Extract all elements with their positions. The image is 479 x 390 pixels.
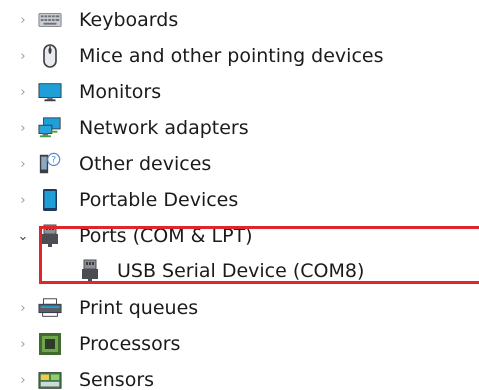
tree-item-label: Other devices bbox=[79, 153, 212, 175]
expand-chevron-icon[interactable]: › bbox=[15, 84, 31, 100]
mouse-icon bbox=[38, 44, 62, 68]
network-adapter-icon bbox=[38, 116, 62, 140]
collapse-chevron-icon[interactable]: ⌄ bbox=[15, 228, 31, 244]
tree-item-label: Sensors bbox=[79, 369, 155, 390]
usb-serial-connector-icon bbox=[78, 259, 102, 283]
portable-device-icon bbox=[38, 188, 62, 212]
processor-chip-icon bbox=[38, 332, 62, 356]
tree-item-label: Processors bbox=[79, 333, 181, 355]
port-connector-icon bbox=[38, 224, 62, 248]
tree-item-label: Portable Devices bbox=[79, 189, 239, 211]
tree-item-label: Print queues bbox=[79, 297, 199, 319]
expand-chevron-icon[interactable]: › bbox=[15, 156, 31, 172]
expand-chevron-icon[interactable]: › bbox=[15, 372, 31, 388]
printer-icon bbox=[38, 296, 62, 320]
expand-chevron-icon[interactable]: › bbox=[15, 336, 31, 352]
expand-chevron-icon[interactable]: › bbox=[15, 300, 31, 316]
expand-chevron-icon[interactable]: › bbox=[15, 192, 31, 208]
expand-chevron-icon[interactable]: › bbox=[15, 120, 31, 136]
tree-item-label: USB Serial Device (COM8) bbox=[117, 260, 365, 282]
unknown-device-icon: ? bbox=[38, 152, 62, 176]
expand-chevron-icon[interactable]: › bbox=[15, 12, 31, 28]
sensor-icon bbox=[38, 368, 62, 390]
tree-item-label: Mice and other pointing devices bbox=[79, 45, 384, 67]
expand-chevron-icon[interactable]: › bbox=[15, 48, 31, 64]
tree-item-label: Monitors bbox=[79, 81, 162, 103]
keyboard-icon bbox=[38, 8, 62, 32]
monitor-icon bbox=[38, 80, 62, 104]
tree-item-label: Network adapters bbox=[79, 117, 249, 139]
tree-item-label: Keyboards bbox=[79, 9, 179, 31]
device-manager-tree: › Keyboards › Mice and other pointing de… bbox=[0, 0, 479, 390]
svg-text:?: ? bbox=[51, 155, 56, 166]
tree-item-label: Ports (COM & LPT) bbox=[79, 225, 253, 247]
